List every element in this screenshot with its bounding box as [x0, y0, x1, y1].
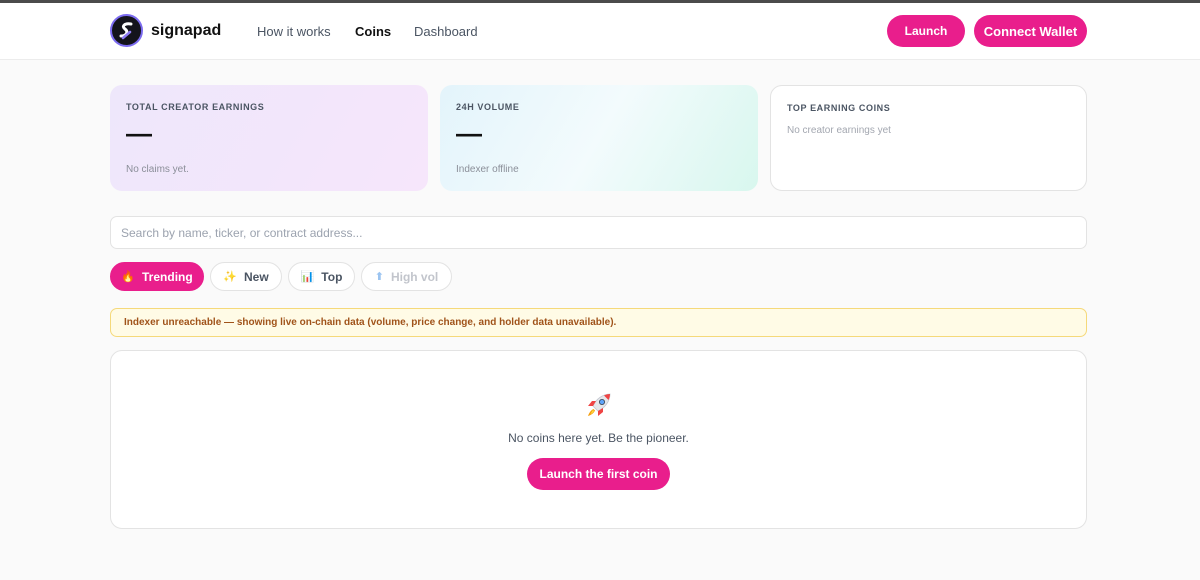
stat-note: No creator earnings yet [787, 125, 891, 136]
filter-top[interactable]: 📊 Top [288, 262, 355, 291]
signapad-logo-icon[interactable] [110, 14, 143, 47]
bar-chart-icon: 📊 [300, 271, 315, 283]
stat-label: 24H VOLUME [456, 102, 520, 112]
filter-trending[interactable]: 🔥 Trending [110, 262, 204, 291]
top-nav-bar: signapad How it works Coins Dashboard La… [0, 3, 1200, 60]
stat-value: — [126, 118, 152, 148]
empty-state-text: No coins here yet. Be the pioneer. [508, 431, 689, 445]
launch-button[interactable]: Launch [887, 15, 965, 47]
nav-coins[interactable]: Coins [355, 24, 391, 39]
search-input[interactable] [110, 216, 1087, 249]
fire-icon: 🔥 [121, 271, 136, 283]
filter-new[interactable]: ✨ New [210, 262, 282, 291]
rocket-icon [588, 393, 611, 416]
total-creator-earnings-card: TOTAL CREATOR EARNINGS — No claims yet. [110, 85, 428, 191]
filter-label: High vol [390, 269, 439, 284]
stat-label: TOTAL CREATOR EARNINGS [126, 102, 265, 112]
nav-dashboard[interactable]: Dashboard [414, 24, 478, 39]
top-earning-coins-card: TOP EARNING COINS No creator earnings ye… [770, 85, 1087, 191]
stat-note: Indexer offline [456, 164, 519, 175]
filter-high-vol[interactable]: ⬆ High vol [361, 262, 452, 291]
brand-name[interactable]: signapad [151, 22, 221, 40]
stat-label: TOP EARNING COINS [787, 103, 891, 113]
sparkles-icon: ✨ [223, 271, 237, 283]
launch-first-coin-button[interactable]: Launch the first coin [527, 458, 670, 490]
connect-wallet-button[interactable]: Connect Wallet [974, 15, 1087, 47]
nav-how-it-works[interactable]: How it works [257, 24, 331, 39]
stat-note: No claims yet. [126, 164, 189, 175]
filter-label: Trending [142, 269, 193, 284]
filter-label: Top [321, 269, 343, 284]
arrow-up-icon: ⬆ [374, 271, 384, 283]
indexer-warning-banner: Indexer unreachable — showing live on-ch… [110, 308, 1087, 337]
stat-value: — [456, 118, 482, 148]
24h-volume-card: 24H VOLUME — Indexer offline [440, 85, 758, 191]
filter-label: New [244, 269, 269, 284]
